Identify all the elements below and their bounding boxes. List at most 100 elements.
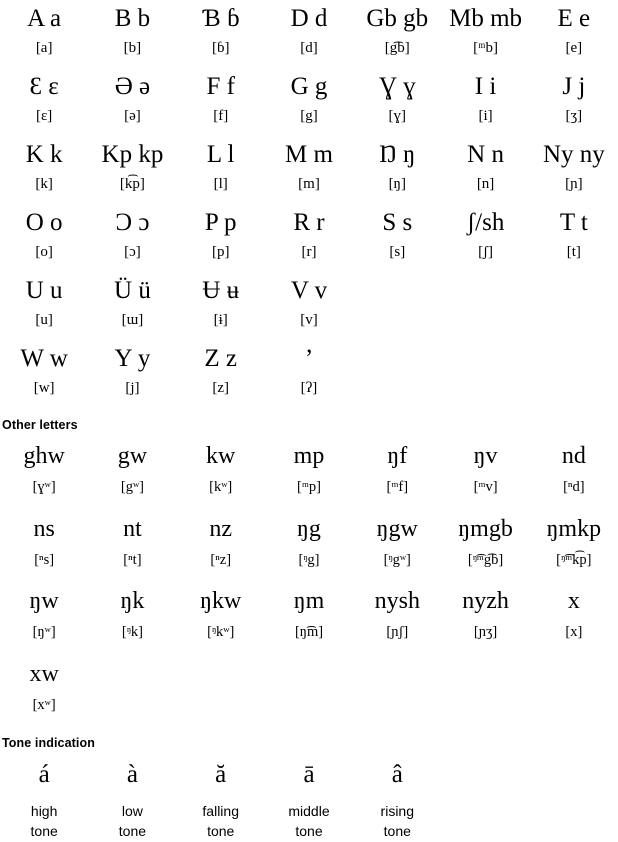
letter-cell: gw [117, 443, 148, 469]
letter-cell: L l [206, 141, 235, 168]
tone-name-cell: high tone [30, 803, 58, 840]
letter-cell: ŋg [297, 515, 321, 542]
other-ipa-row: [ⁿs] [ⁿt] [ⁿz] [ᵑg] [ᵑgʷ] [ᵑ͡ᵐg͡b] [ᵑ͡ᵐk… [0, 543, 618, 582]
letter-cell: Ŋ ŋ [379, 141, 416, 168]
ipa-cell: [x] [565, 624, 583, 640]
letter-cell: Ny ny [542, 141, 605, 168]
ipa-cell: [i] [478, 108, 493, 124]
ipa-cell [530, 373, 618, 408]
alphabet-ipa-row: [o] [ɔ] [p] [r] [s] [ʃ] [t] [0, 237, 618, 272]
ipa-cell: [k] [35, 176, 53, 192]
ipa-cell: [o] [35, 244, 53, 260]
letter-cell: G g [290, 73, 328, 100]
letter-cell: nz [209, 515, 233, 542]
letter-cell: ŋw [29, 588, 59, 614]
letter-cell: kw [206, 443, 236, 469]
ipa-cell: [ŋʷ] [32, 624, 56, 640]
ipa-cell [530, 688, 618, 727]
letter-cell: D d [290, 5, 328, 32]
ipa-cell: [ə] [124, 108, 141, 124]
other-letter-row: ns nt nz ŋg ŋgw ŋmgb ŋmkp [0, 509, 618, 543]
letter-cell: nt [123, 515, 142, 542]
ipa-cell: [p] [211, 244, 230, 260]
ipa-cell: [f] [213, 108, 229, 124]
ipa-cell: [ⁿd] [563, 479, 585, 495]
ipa-cell: [ŋ͡m] [294, 624, 324, 640]
ipa-cell: [ⁿz] [210, 551, 232, 568]
alphabet-letter-row: W w Y y Z z ’ [0, 340, 618, 373]
tone-mark-cell: ā [303, 761, 315, 788]
ipa-cell: [ɨ] [213, 312, 228, 328]
ipa-cell [265, 688, 353, 727]
tone-indication-section: Tone indication á à ă ā â high tone low … [0, 726, 618, 842]
letter-cell: J j [562, 73, 586, 100]
letter-cell: ŋmgb [458, 515, 513, 542]
letter-cell: ns [33, 515, 55, 542]
letter-cell: A a [27, 5, 62, 32]
alphabet-chart: A a B b Ɓ ɓ D d Gb gb Mb mb E e [a] [b] … [0, 0, 618, 842]
alphabet-ipa-row: [u] [ɯ] [ɨ] [v] [0, 305, 618, 340]
alphabet-ipa-row: [w] [j] [z] [ʔ] [0, 373, 618, 408]
other-ipa-row: [ŋʷ] [ᵑk] [ᵑkʷ] [ŋ͡m] [ɲʃ] [ɲʒ] [x] [0, 615, 618, 654]
ipa-cell: [u] [35, 312, 53, 328]
ipa-cell: [ɲʃ] [386, 624, 409, 640]
letter-cell: F f [206, 73, 235, 100]
tone-mark-cell: ă [215, 761, 227, 788]
ipa-cell [441, 305, 529, 340]
letter-cell: R r [293, 209, 325, 236]
letter-cell: Y y [114, 345, 151, 372]
ipa-cell: [ᵐv] [473, 479, 498, 495]
letter-cell: O o [25, 209, 63, 236]
other-letters-title: Other letters [2, 418, 78, 432]
letter-cell: Ɓ ɓ [201, 5, 240, 32]
letter-cell: K k [25, 141, 63, 168]
ipa-cell: [ᵐp] [296, 479, 321, 495]
ipa-cell: [ᵑ͡ᵐg͡b] [467, 551, 504, 568]
ipa-cell: [gʷ] [120, 479, 144, 495]
ipa-cell: [m] [298, 176, 320, 192]
tone-indication-title: Tone indication [2, 736, 95, 750]
letter-cell: x [567, 588, 580, 614]
tone-mark-cell: á [38, 761, 50, 788]
ipa-cell: [d] [300, 40, 318, 56]
ipa-cell: [ᵑgʷ] [383, 551, 411, 568]
letter-cell: mp [293, 443, 325, 469]
letter-cell: ŋkw [200, 588, 242, 614]
ipa-cell [177, 688, 265, 727]
letter-cell: E e [557, 5, 591, 32]
letter-cell: Ʉ ʉ [202, 277, 240, 304]
letter-cell: Gb gb [366, 5, 429, 32]
letter-cell: B b [114, 5, 151, 32]
letter-cell: ŋm [293, 588, 325, 614]
letter-cell [353, 654, 441, 688]
ipa-cell: [w] [33, 380, 55, 396]
letter-cell: I i [474, 73, 497, 100]
alphabet-section: A a B b Ɓ ɓ D d Gb gb Mb mb E e [a] [b] … [0, 0, 618, 408]
ipa-cell: [ʃ] [478, 244, 494, 260]
ipa-cell: [ᵐf] [386, 479, 409, 495]
letter-cell: nd [561, 443, 586, 469]
tone-name-row: high tone low tone falling tone middle t… [0, 791, 618, 842]
ipa-cell: [ʒ] [565, 108, 583, 124]
alphabet-letter-row: A a B b Ɓ ɓ D d Gb gb Mb mb E e [0, 0, 618, 33]
ipa-cell: [j] [125, 380, 140, 396]
alphabet-letter-row: O o Ɔ ɔ P p R r S s ʃ/sh T t [0, 204, 618, 237]
tone-name-cell: low tone [118, 803, 147, 840]
ipa-cell: [g] [300, 108, 318, 124]
letter-cell: S s [382, 209, 413, 236]
letter-cell: P p [204, 209, 237, 236]
tone-mark-row: á à ă ā â [0, 754, 618, 791]
ipa-cell: [ᵑkʷ] [207, 624, 235, 640]
letter-cell [88, 654, 176, 688]
letter-cell [530, 654, 618, 688]
ipa-cell: [xʷ] [32, 696, 56, 713]
ipa-cell: [ᵑ͡ᵐk͡p] [556, 551, 592, 568]
ipa-cell: [e] [565, 40, 583, 56]
other-letter-row: ghw gw kw mp ŋf ŋv nd [0, 436, 618, 470]
alphabet-ipa-row: [a] [b] [ɓ] [d] [g͡b] [ᵐb] [e] [0, 33, 618, 68]
ipa-cell: [ɔ] [124, 244, 141, 260]
letter-cell: Ɔ ɔ [115, 209, 150, 236]
tone-mark-cell [441, 754, 529, 791]
ipa-cell: [n] [476, 176, 495, 192]
tone-mark-cell [530, 754, 618, 791]
